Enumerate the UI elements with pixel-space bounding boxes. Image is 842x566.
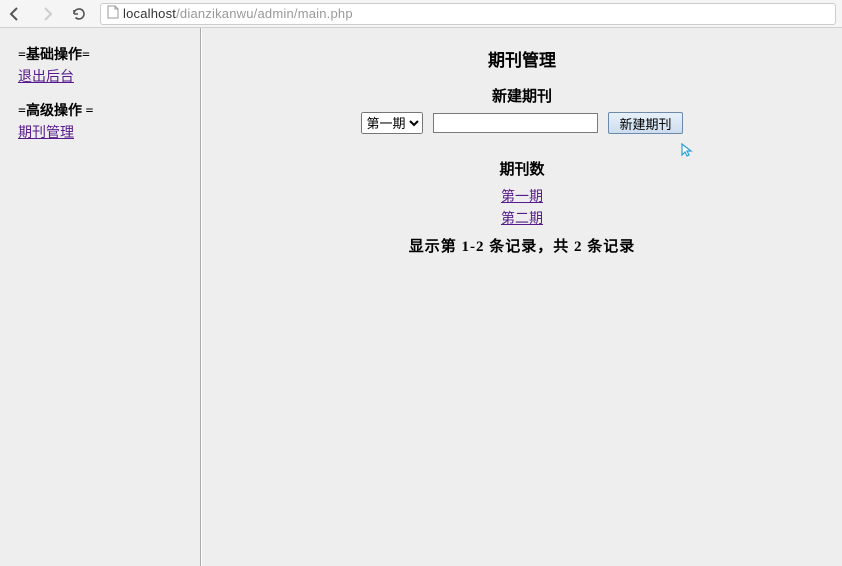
main-content: 期刊管理 新建期刊 第一期 新建期刊 期刊数 第一期 第二期 显示第 1-2 条…: [202, 28, 842, 566]
record-summary: 显示第 1-2 条记录，共 2 条记录: [222, 235, 822, 256]
issue-select[interactable]: 第一期: [361, 112, 423, 134]
issue-list: 第一期 第二期: [222, 185, 822, 229]
create-issue-button[interactable]: 新建期刊: [608, 112, 682, 134]
reload-icon[interactable]: [70, 5, 88, 23]
sidebar-section-basic-title: =基础操作=: [18, 44, 182, 64]
url-bar[interactable]: localhost/dianzikanwu/admin/main.php: [100, 3, 836, 25]
file-icon: [107, 5, 119, 22]
new-issue-title: 新建期刊: [222, 85, 822, 106]
sidebar-link-manage[interactable]: 期刊管理: [18, 126, 74, 141]
sidebar-section-advanced-title: =高级操作 =: [18, 100, 182, 120]
page-title: 期刊管理: [222, 46, 822, 71]
sidebar: =基础操作= 退出后台 =高级操作 = 期刊管理: [0, 28, 200, 566]
back-icon[interactable]: [6, 5, 24, 23]
browser-toolbar: localhost/dianzikanwu/admin/main.php: [0, 0, 842, 28]
new-issue-form: 第一期 新建期刊: [222, 112, 822, 134]
issue-name-input[interactable]: [433, 113, 598, 133]
url-host: localhost: [123, 6, 176, 21]
sidebar-link-logout[interactable]: 退出后台: [18, 70, 74, 85]
issue-link[interactable]: 第一期: [501, 186, 543, 206]
issue-link[interactable]: 第二期: [501, 208, 543, 228]
url-path: /dianzikanwu/admin/main.php: [176, 6, 353, 21]
issue-count-title: 期刊数: [222, 158, 822, 179]
forward-icon[interactable]: [38, 5, 56, 23]
